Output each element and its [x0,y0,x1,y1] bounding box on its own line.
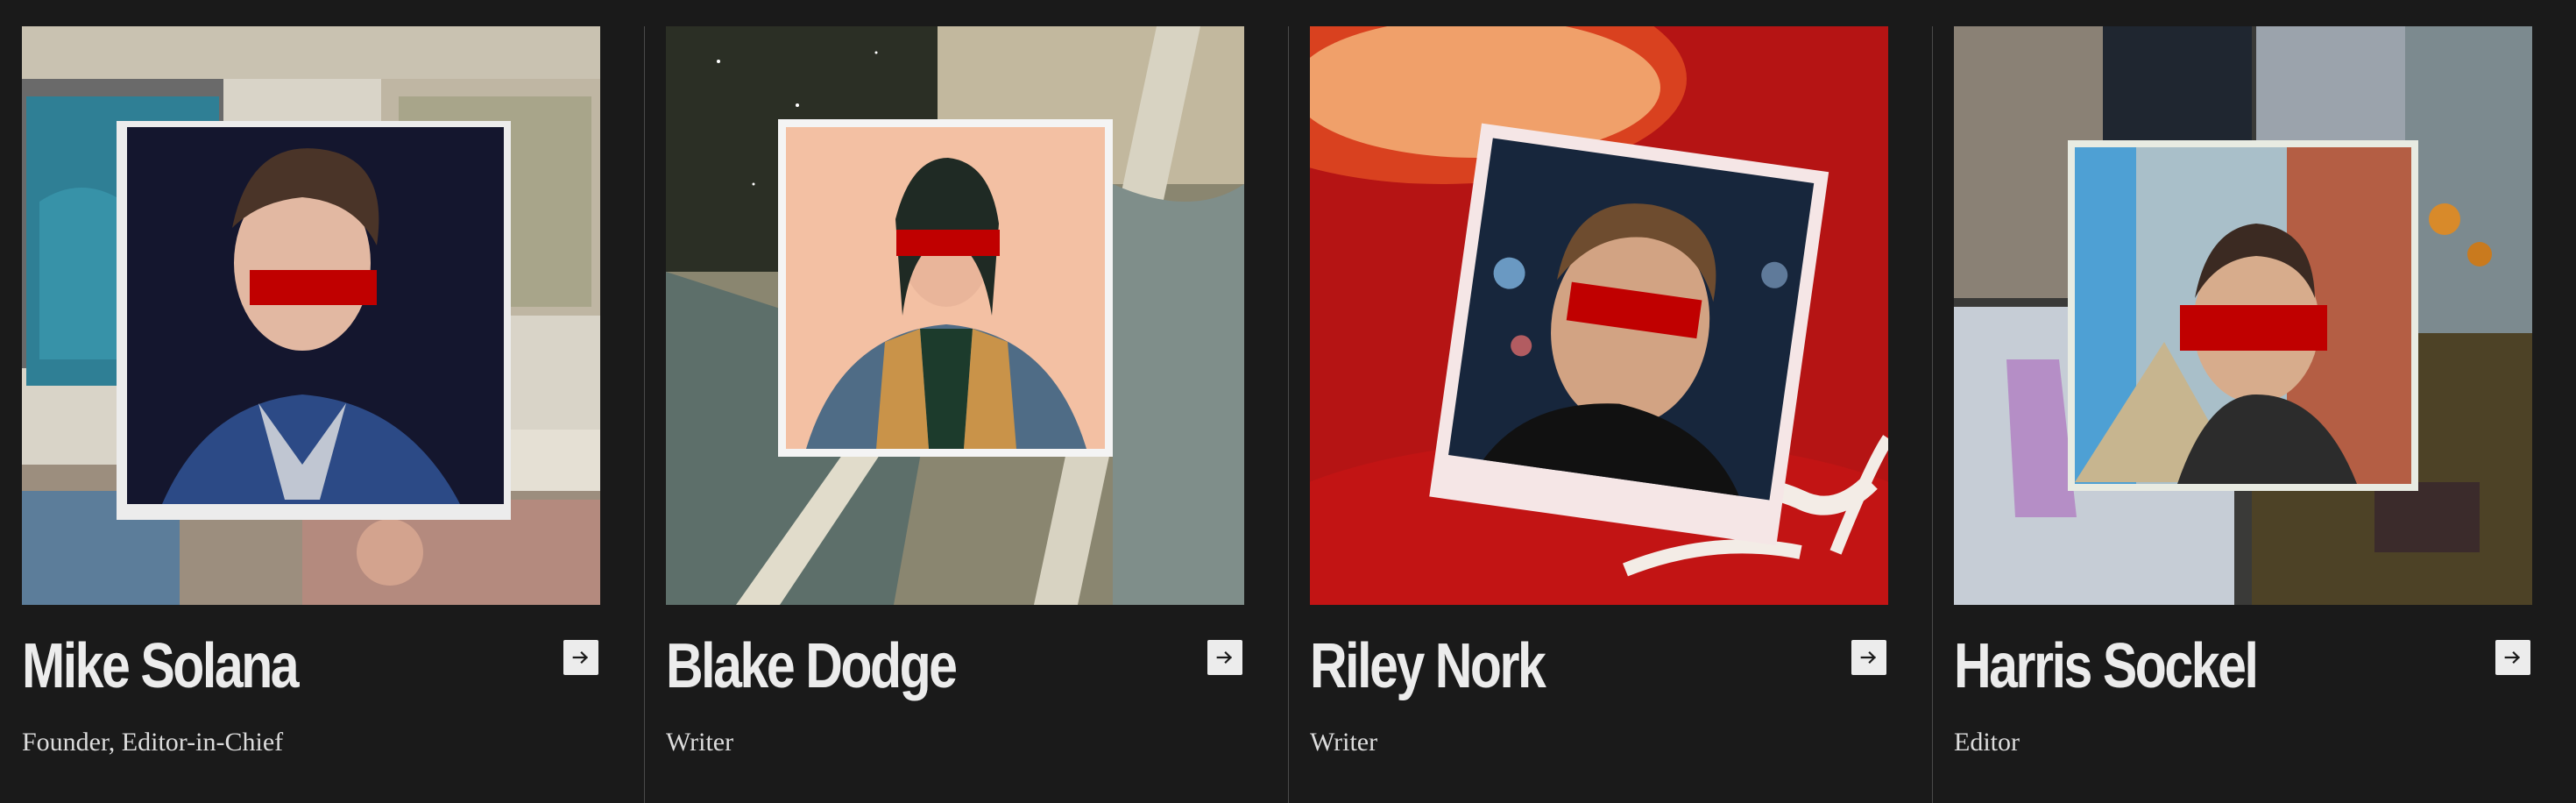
team-card-harris-sockel[interactable]: Harris Sockel Editor [1932,0,2576,803]
team-member-name: Harris Sockel [1954,631,2259,701]
team-card-mike-solana[interactable]: Mike Solana Founder, Editor-in-Chief [0,0,644,803]
view-profile-button[interactable] [1207,640,1242,675]
team-card-riley-nork[interactable]: Riley Nork Writer [1288,0,1932,803]
team-member-name: Mike Solana [22,631,300,701]
team-member-role: Editor [1954,728,2020,757]
team-member-name: Blake Dodge [666,631,958,701]
team-member-name: Riley Nork [1310,631,1546,701]
view-profile-button[interactable] [2495,640,2530,675]
view-profile-button[interactable] [1851,640,1886,675]
view-profile-button[interactable] [563,640,598,675]
team-member-role: Writer [666,728,734,757]
team-member-photo[interactable] [1310,26,1888,605]
arrow-right-icon [2504,650,2520,664]
team-member-photo[interactable] [22,26,600,605]
team-member-photo[interactable] [1954,26,2532,605]
collage-image [1954,26,2532,605]
arrow-right-icon [1216,650,1232,664]
collage-image [22,26,600,605]
team-card-blake-dodge[interactable]: Blake Dodge Writer [644,0,1288,803]
collage-image [666,26,1244,605]
team-grid: Mike Solana Founder, Editor-in-Chief Bla… [0,0,2576,803]
collage-image [1310,26,1888,605]
team-member-photo[interactable] [666,26,1244,605]
team-member-role: Writer [1310,728,1378,757]
team-member-role: Founder, Editor-in-Chief [22,728,284,757]
arrow-right-icon [1860,650,1876,664]
arrow-right-icon [572,650,588,664]
